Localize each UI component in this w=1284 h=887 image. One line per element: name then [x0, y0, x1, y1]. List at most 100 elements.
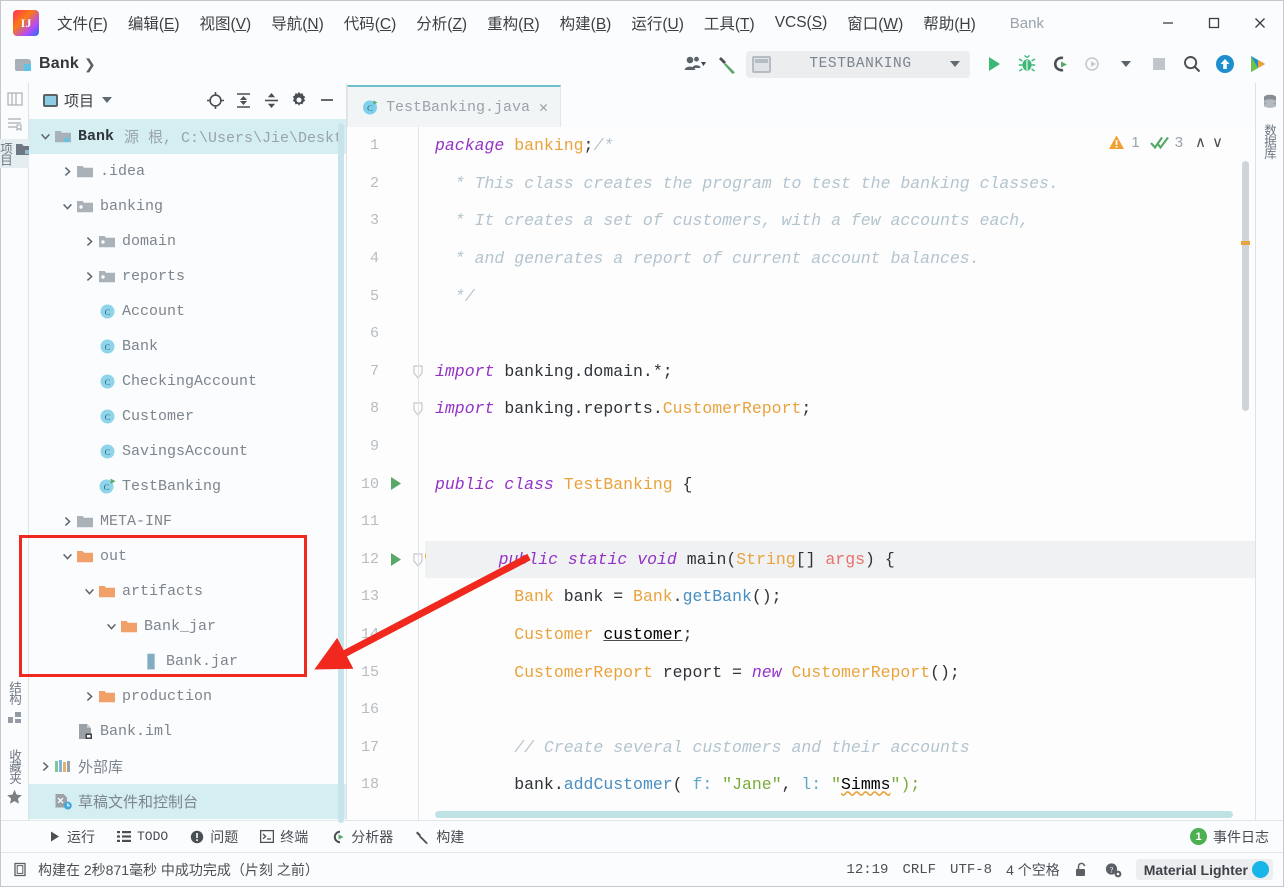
chevron-right-icon[interactable]	[59, 516, 75, 527]
menu-item-code[interactable]: 代码(C)	[334, 8, 407, 38]
chevron-down-icon[interactable]	[81, 586, 97, 597]
code-text-area[interactable]: package banking;/* * This class creates …	[425, 127, 1255, 820]
next-highlight-icon[interactable]: ∨	[1212, 133, 1223, 151]
chevron-right-icon[interactable]	[59, 166, 75, 177]
gutter-line[interactable]: 10	[347, 465, 425, 503]
gutter-line[interactable]: 15	[347, 653, 425, 691]
chevron-down-icon[interactable]	[59, 201, 75, 212]
code-editor[interactable]: 1 2 3 4 5 6 7 8 9 10 11 12 13 14 15 16 17 18 package bank…	[347, 127, 1255, 820]
hammer-build-icon[interactable]	[713, 50, 743, 78]
tree-node-testbanking[interactable]: C TestBanking	[29, 469, 346, 504]
breadcrumb[interactable]: Bank ❯	[15, 55, 96, 73]
gutter-line[interactable]: 17	[347, 729, 425, 767]
code-line[interactable]: // Create several customers and their ac…	[425, 729, 1255, 767]
tree-node-account[interactable]: C Account	[29, 294, 346, 329]
chevron-down-icon[interactable]	[59, 551, 75, 562]
run-button[interactable]	[979, 50, 1009, 78]
select-opened-file-icon[interactable]	[202, 88, 228, 112]
gutter-line[interactable]: 3	[347, 202, 425, 240]
code-line[interactable]: Customer customer;	[425, 616, 1255, 654]
code-line[interactable]	[425, 691, 1255, 729]
gutter-line[interactable]: 2	[347, 165, 425, 203]
search-everywhere-icon[interactable]	[1177, 50, 1207, 78]
tree-node-idea[interactable]: .idea	[29, 154, 346, 189]
tree-node-meta-inf[interactable]: META-INF	[29, 504, 346, 539]
previous-highlight-icon[interactable]: ∧	[1195, 133, 1206, 151]
hide-panel-icon[interactable]	[314, 88, 340, 112]
ide-helper-icon[interactable]	[1243, 50, 1273, 78]
code-line[interactable]: public static void main(String[] args) {	[425, 540, 1255, 579]
expand-all-icon[interactable]	[230, 88, 256, 112]
debug-button[interactable]	[1012, 50, 1042, 78]
editor-vertical-scrollbar[interactable]	[1242, 161, 1249, 411]
menu-item-file[interactable]: 文件(F)	[47, 8, 118, 38]
inspection-widget[interactable]: 1 3 ∧ ∨	[1108, 133, 1223, 151]
tree-node-out[interactable]: out	[29, 539, 346, 574]
intention-bulb-icon[interactable]	[425, 549, 428, 573]
menu-item-refactor[interactable]: 重构(R)	[477, 8, 550, 38]
tree-node-bank-jar[interactable]: Bank.jar	[29, 644, 346, 679]
menu-item-navigate[interactable]: 导航(N)	[261, 8, 334, 38]
chevron-right-icon[interactable]	[81, 271, 97, 282]
code-line[interactable]: * It creates a set of customers, with a …	[425, 202, 1255, 240]
tree-node-bank-iml[interactable]: Bank.iml	[29, 714, 346, 749]
run-configuration-selector[interactable]: TESTBANKING	[746, 50, 970, 78]
sidebar-item-database[interactable]: 数据库	[1260, 121, 1279, 162]
inspection-level-icon[interactable]: ?	[1104, 862, 1122, 878]
tool-button-run[interactable]: 运行	[39, 824, 104, 850]
project-tree-scrollbar[interactable]	[338, 123, 344, 823]
chevron-right-icon[interactable]	[81, 236, 97, 247]
gutter-line[interactable]: 1	[347, 127, 425, 165]
chevron-right-icon[interactable]	[81, 691, 97, 702]
gutter-line[interactable]: 7	[347, 353, 425, 391]
tree-node-banking[interactable]: banking	[29, 189, 346, 224]
tool-button-profiler[interactable]: 分析器	[321, 824, 402, 850]
maximize-button[interactable]	[1191, 2, 1237, 44]
code-line[interactable]: */	[425, 277, 1255, 315]
gear-icon[interactable]	[286, 88, 312, 112]
user-icon[interactable]	[680, 50, 710, 78]
tool-button-terminal[interactable]: 终端	[251, 824, 317, 850]
minimize-button[interactable]	[1145, 2, 1191, 44]
menu-item-view[interactable]: 视图(V)	[190, 8, 262, 38]
chevron-right-icon[interactable]	[37, 761, 53, 772]
gutter-run-icon[interactable]	[389, 476, 403, 496]
menu-item-help[interactable]: 帮助(H)	[913, 8, 986, 38]
tree-node-savingsaccount[interactable]: C SavingsAccount	[29, 434, 346, 469]
gutter-line[interactable]: 4	[347, 240, 425, 278]
update-project-icon[interactable]	[1210, 50, 1240, 78]
unlocked-padlock-icon[interactable]	[1074, 862, 1090, 878]
code-line[interactable]: import banking.reports.CustomerReport;	[425, 390, 1255, 428]
event-log-button[interactable]: 1 事件日志	[1190, 827, 1283, 847]
code-line[interactable]	[425, 315, 1255, 353]
tree-node-[interactable]: 草稿文件和控制台	[29, 784, 346, 819]
tree-node-artifacts[interactable]: artifacts	[29, 574, 346, 609]
profile-button[interactable]	[1078, 50, 1108, 78]
tab-testbanking-java[interactable]: C TestBanking.java ✕	[347, 85, 562, 127]
gutter-line[interactable]: 13	[347, 578, 425, 616]
tree-node-bank-jar[interactable]: Bank_jar	[29, 609, 346, 644]
tree-node-production[interactable]: production	[29, 679, 346, 714]
gutter-line[interactable]: 9	[347, 428, 425, 466]
tree-node-bank[interactable]: C Bank	[29, 329, 346, 364]
gutter-line[interactable]: 5	[347, 277, 425, 315]
project-tree[interactable]: Bank 源 根, C:\Users\Jie\Deskt .idea banking d…	[29, 117, 346, 820]
menu-item-vcs[interactable]: VCS(S)	[765, 10, 838, 36]
code-line[interactable]	[425, 503, 1255, 541]
menu-item-run[interactable]: 运行(U)	[621, 8, 694, 38]
line-separator[interactable]: CRLF	[902, 862, 936, 878]
indent-setting[interactable]: 4 个空格	[1006, 860, 1060, 880]
gutter-line[interactable]: 12	[347, 541, 425, 579]
run-with-coverage-button[interactable]	[1045, 50, 1075, 78]
code-line[interactable]: Bank bank = Bank.getBank();	[425, 578, 1255, 616]
theme-indicator[interactable]: Material Lighter	[1135, 859, 1273, 880]
code-line[interactable]: * This class creates the program to test…	[425, 165, 1255, 203]
editor-gutter[interactable]: 1 2 3 4 5 6 7 8 9 10 11 12 13 14 15 16 17 18	[347, 127, 425, 820]
tree-node-checkingaccount[interactable]: C CheckingAccount	[29, 364, 346, 399]
code-line[interactable]: import banking.domain.*;	[425, 353, 1255, 391]
code-line[interactable]: public class TestBanking {	[425, 465, 1255, 503]
tree-node-customer[interactable]: C Customer	[29, 399, 346, 434]
file-encoding[interactable]: UTF-8	[950, 862, 992, 878]
tree-node-[interactable]: 外部库	[29, 749, 346, 784]
menu-item-window[interactable]: 窗口(W)	[837, 8, 913, 38]
